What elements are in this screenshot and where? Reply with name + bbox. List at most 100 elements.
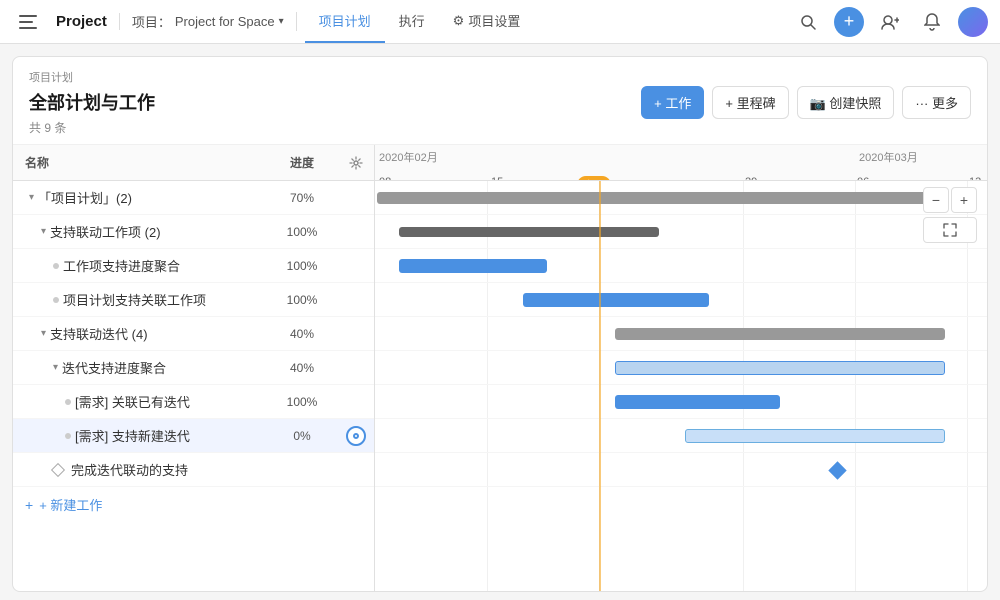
row-progress: 100%	[266, 259, 338, 273]
menu-button[interactable]	[12, 6, 44, 38]
gantt-bar	[615, 328, 945, 340]
fullscreen-button[interactable]	[923, 217, 977, 243]
table-row: 工作项支持进度聚合 100%	[13, 249, 374, 283]
project-context[interactable]: 项目： Project for Space ▾	[120, 12, 297, 31]
create-snapshot-button[interactable]: 📷 创建快照	[797, 86, 895, 119]
gear-icon: ⚙	[453, 13, 465, 29]
notifications-button[interactable]	[916, 6, 948, 38]
add-work-row[interactable]: + + 新建工作	[13, 487, 374, 522]
zoom-out-button[interactable]: −	[923, 187, 949, 213]
row-progress: 40%	[266, 361, 338, 375]
gantt-body: − +	[375, 181, 987, 591]
table-header: 名称 进度	[13, 145, 374, 181]
gantt-bar	[523, 293, 709, 307]
table-settings-button[interactable]	[338, 156, 374, 170]
row-name: ▾ 「项目计划」(2)	[13, 188, 266, 207]
gantt-row	[375, 419, 987, 453]
top-navigation: Project 项目： Project for Space ▾ 项目计划 执行 …	[0, 0, 1000, 44]
row-name: ▾ 支持联动迭代 (4)	[13, 324, 266, 343]
row-progress: 100%	[266, 225, 338, 239]
row-name: ▾ 迭代支持进度聚合	[13, 358, 266, 377]
gantt-controls: − +	[923, 187, 977, 243]
gantt-chart: 2020年02月 2020年03月 08 15 今天 29 06 13	[375, 145, 987, 591]
month-label-mar: 2020年03月	[859, 149, 918, 165]
row-name: 完成迭代联动的支持	[13, 460, 266, 479]
table-row: [需求] 支持新建迭代 0%	[13, 419, 374, 453]
row-progress: 100%	[266, 395, 338, 409]
row-label: 项目计划支持关联工作项	[63, 290, 206, 309]
row-label: [需求] 支持新建迭代	[75, 426, 190, 445]
gantt-bar	[399, 259, 547, 273]
page-title: 全部计划与工作	[29, 89, 155, 115]
add-user-button[interactable]	[874, 6, 906, 38]
table-row: ▾ 支持联动迭代 (4) 40%	[13, 317, 374, 351]
row-name: 工作项支持进度聚合	[13, 256, 266, 275]
col-progress-header: 进度	[266, 154, 338, 171]
table-body: ▾ 「项目计划」(2) 70% ▾ 支持联动工作项 (2) 100%	[13, 181, 374, 591]
milestone-diamond	[828, 461, 846, 479]
add-milestone-button[interactable]: + 里程碑	[712, 86, 788, 119]
project-name: Project	[44, 13, 120, 30]
row-name: [需求] 关联已有迭代	[13, 392, 266, 411]
gantt-row	[375, 351, 987, 385]
table-row: ▾ 「项目计划」(2) 70%	[13, 181, 374, 215]
gantt-row	[375, 385, 987, 419]
row-progress: 100%	[266, 293, 338, 307]
diamond-icon	[51, 462, 65, 476]
avatar[interactable]	[958, 7, 988, 37]
action-bar: + 工作 + 里程碑 📷 创建快照 ··· 更多	[641, 86, 971, 119]
add-work-button[interactable]: + 工作	[641, 86, 704, 119]
expand-arrow-icon[interactable]: ▾	[53, 362, 58, 373]
subheader: 项目计划 全部计划与工作 共 9 条 + 工作 + 里程碑 📷 创建快照 ···…	[13, 57, 987, 145]
tab-timeline[interactable]: 项目计划	[305, 0, 385, 43]
dot-icon	[65, 433, 71, 439]
nav-tabs: 项目计划 执行 ⚙ 项目设置	[305, 0, 535, 43]
row-label: 迭代支持进度聚合	[62, 358, 166, 377]
row-progress: 70%	[266, 191, 338, 205]
gantt-row	[375, 249, 987, 283]
expand-arrow-icon[interactable]: ▾	[41, 226, 46, 237]
breadcrumb: 项目计划	[29, 69, 155, 85]
project-context-label: 项目：	[132, 12, 171, 31]
row-name: ▾ 支持联动工作项 (2)	[13, 222, 266, 241]
dot-icon	[53, 263, 59, 269]
zoom-in-button[interactable]: +	[951, 187, 977, 213]
month-label-feb: 2020年02月	[379, 149, 438, 165]
table-row: ▾ 迭代支持进度聚合 40%	[13, 351, 374, 385]
record-count: 共 9 条	[29, 119, 155, 136]
col-name-header: 名称	[13, 154, 266, 171]
row-progress: 40%	[266, 327, 338, 341]
gantt-bar	[615, 395, 780, 409]
row-name: 项目计划支持关联工作项	[13, 290, 266, 309]
gantt-bar	[399, 227, 659, 237]
table-row: 完成迭代联动的支持	[13, 453, 374, 487]
nav-right-actions: +	[792, 6, 988, 38]
add-button[interactable]: +	[834, 7, 864, 37]
gantt-bar	[615, 361, 945, 375]
main-content: 项目计划 全部计划与工作 共 9 条 + 工作 + 里程碑 📷 创建快照 ···…	[12, 56, 988, 592]
today-line	[599, 181, 601, 591]
row-label: [需求] 关联已有迭代	[75, 392, 190, 411]
gantt-row	[375, 453, 987, 487]
gantt-row	[375, 283, 987, 317]
tab-settings[interactable]: ⚙ 项目设置	[439, 0, 535, 43]
table-row: [需求] 关联已有迭代 100%	[13, 385, 374, 419]
row-progress: 0%	[266, 429, 338, 443]
row-label: 工作项支持进度聚合	[63, 256, 180, 275]
dot-icon	[53, 297, 59, 303]
row-label: 「项目计划」(2)	[38, 188, 132, 207]
plus-icon: +	[25, 497, 33, 513]
gantt-bar	[377, 192, 945, 204]
dot-icon	[65, 399, 71, 405]
more-button[interactable]: ··· 更多	[902, 86, 971, 119]
add-work-label: + 新建工作	[39, 495, 102, 514]
project-context-name: Project for Space	[175, 14, 275, 29]
left-table: 名称 进度 ▾ 「项目计划」(2) 70%	[13, 145, 375, 591]
chevron-down-icon: ▾	[279, 16, 284, 27]
row-name: [需求] 支持新建迭代	[13, 426, 266, 445]
search-button[interactable]	[792, 6, 824, 38]
tab-execution[interactable]: 执行	[385, 0, 439, 43]
progress-circle-inner	[353, 433, 359, 439]
expand-arrow-icon[interactable]: ▾	[29, 192, 34, 203]
expand-arrow-icon[interactable]: ▾	[41, 328, 46, 339]
